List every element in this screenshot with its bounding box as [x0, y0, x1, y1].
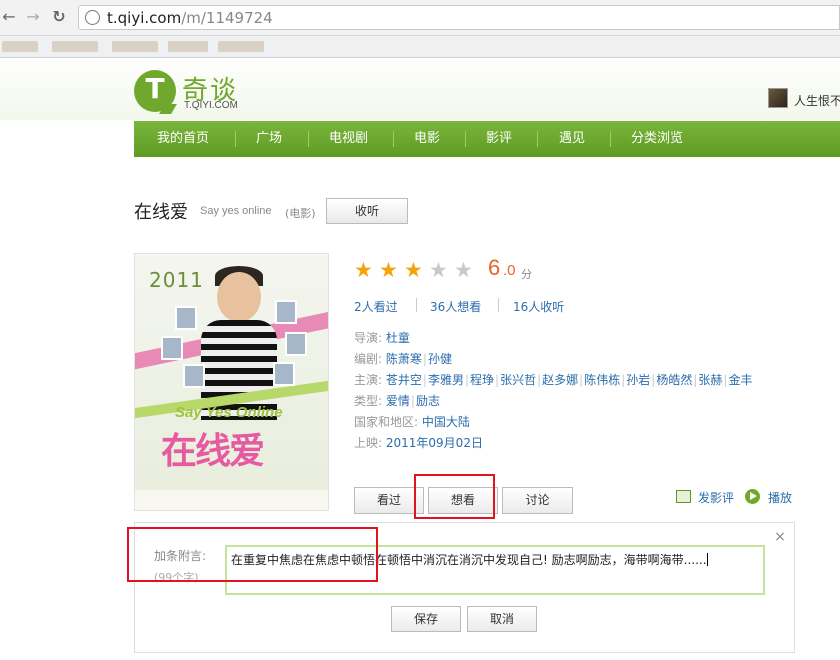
bookmark-item[interactable]: [218, 41, 264, 52]
star-icon[interactable]: ★: [354, 259, 376, 281]
director-label: 导演:: [354, 331, 383, 345]
cancel-button[interactable]: 取消: [467, 606, 537, 632]
director-row: 导演: 杜童: [354, 329, 410, 346]
writer-label: 编剧:: [354, 352, 383, 366]
nav-item-categories[interactable]: 分类浏览: [631, 121, 683, 157]
cast-link[interactable]: 李雅男: [428, 373, 464, 387]
cast-link[interactable]: 金丰: [728, 373, 752, 387]
genre-label: 类型:: [354, 394, 383, 408]
highlight-box-want: [414, 474, 495, 519]
movie-type: (电影): [285, 207, 316, 220]
english-title: Say yes online: [200, 205, 272, 217]
nav-item-review[interactable]: 影评: [486, 121, 512, 157]
back-icon[interactable]: ←: [0, 8, 18, 26]
star-icon[interactable]: ★: [379, 259, 401, 281]
cast-link[interactable]: 杨皓然: [656, 373, 692, 387]
write-review-link[interactable]: 发影评: [698, 489, 734, 506]
region-link[interactable]: 中国大陆: [422, 415, 470, 429]
nav-item-square[interactable]: 广场: [256, 121, 282, 157]
nav-item-tv[interactable]: 电视剧: [329, 121, 368, 157]
main-nav: 我的首页 广场 电视剧 电影 影评 遇见 分类浏览: [134, 121, 840, 157]
close-icon[interactable]: ×: [773, 529, 787, 545]
logo-icon[interactable]: T: [134, 70, 177, 114]
bookmark-item[interactable]: [2, 41, 38, 52]
star-icon[interactable]: ★: [404, 259, 426, 281]
writer-link[interactable]: 孙健: [428, 352, 452, 366]
logo-domain: T.QIYI.COM: [184, 100, 238, 111]
discuss-button[interactable]: 讨论: [502, 487, 573, 514]
genre-link[interactable]: 励志: [416, 394, 440, 408]
globe-icon: [85, 10, 100, 25]
forward-icon[interactable]: →: [24, 8, 42, 26]
reload-icon[interactable]: ↻: [50, 8, 68, 26]
cast-row: 主演: 苍井空|李雅男|程琤|张兴哲|赵多娜|陈伟栋|孙岩|杨皓然|张赫|金丰: [354, 373, 753, 387]
star-icon[interactable]: ★: [429, 259, 451, 281]
address-bar[interactable]: t.qiyi.com/m/1149724: [78, 5, 840, 30]
highlight-box-note: [127, 527, 378, 582]
cast-link[interactable]: 苍井空: [386, 373, 422, 387]
bookmark-item[interactable]: [168, 41, 208, 52]
region-label: 国家和地区:: [354, 415, 419, 429]
poster-say-yes-text: Say Yes Online: [175, 404, 283, 421]
bookmark-item[interactable]: [112, 41, 158, 52]
release-row: 上映: 2011年09月02日: [354, 434, 483, 451]
star-icon[interactable]: ★: [454, 259, 476, 281]
director-link[interactable]: 杜童: [386, 331, 410, 345]
listen-count-link[interactable]: 16人收听: [513, 298, 564, 315]
writer-row: 编剧: 陈萧寒|孙健: [354, 352, 452, 366]
avatar[interactable]: [768, 88, 788, 108]
save-button[interactable]: 保存: [391, 606, 461, 632]
play-link[interactable]: 播放: [768, 489, 792, 506]
user-name[interactable]: 人生恨不: [794, 92, 840, 109]
movie-poster[interactable]: 2011 Say Yes Online 在线爱: [134, 253, 329, 511]
cast-label: 主演:: [354, 373, 383, 387]
url-text: t.qiyi.com/m/1149724: [107, 9, 273, 27]
genre-link[interactable]: 爱情: [386, 394, 410, 408]
cast-link[interactable]: 张兴哲: [500, 373, 536, 387]
cast-link[interactable]: 赵多娜: [542, 373, 578, 387]
release-label: 上映:: [354, 436, 383, 450]
genre-row: 类型: 爱情|励志: [354, 394, 440, 408]
release-date: 2011年09月02日: [385, 436, 483, 450]
poster-title-text: 在线爱: [161, 431, 265, 472]
region-row: 国家和地区: 中国大陆: [354, 413, 470, 430]
seen-count-link[interactable]: 2人看过: [354, 298, 398, 315]
rating-decimal: .0: [503, 262, 516, 279]
cast-link[interactable]: 陈伟栋: [584, 373, 620, 387]
rating-unit: 分: [521, 268, 532, 281]
nav-item-movie[interactable]: 电影: [414, 121, 440, 157]
rating-score: 6: [488, 255, 501, 280]
nav-item-meet[interactable]: 遇见: [559, 121, 585, 157]
cast-link[interactable]: 孙岩: [626, 373, 650, 387]
url-path: /m/1149724: [181, 9, 273, 27]
listen-button[interactable]: 收听: [326, 198, 408, 224]
writer-link[interactable]: 陈萧寒: [386, 352, 422, 366]
bookmarks-bar: [0, 36, 840, 58]
bookmark-item[interactable]: [52, 41, 98, 52]
nav-item-home[interactable]: 我的首页: [157, 121, 209, 157]
page-title: 在线爱: [134, 202, 188, 223]
play-icon[interactable]: [745, 489, 760, 504]
site-header: T 奇谈 T.QIYI.COM 人生恨不: [0, 58, 840, 120]
url-host: t.qiyi.com: [107, 9, 182, 27]
write-review-icon[interactable]: [676, 490, 691, 503]
want-count-link[interactable]: 36人想看: [430, 298, 481, 315]
poster-year-text: 2011: [149, 268, 204, 292]
cast-link[interactable]: 张赫: [698, 373, 722, 387]
cast-link[interactable]: 程琤: [470, 373, 494, 387]
browser-toolbar: ← → ↻ t.qiyi.com/m/1149724: [0, 0, 840, 36]
